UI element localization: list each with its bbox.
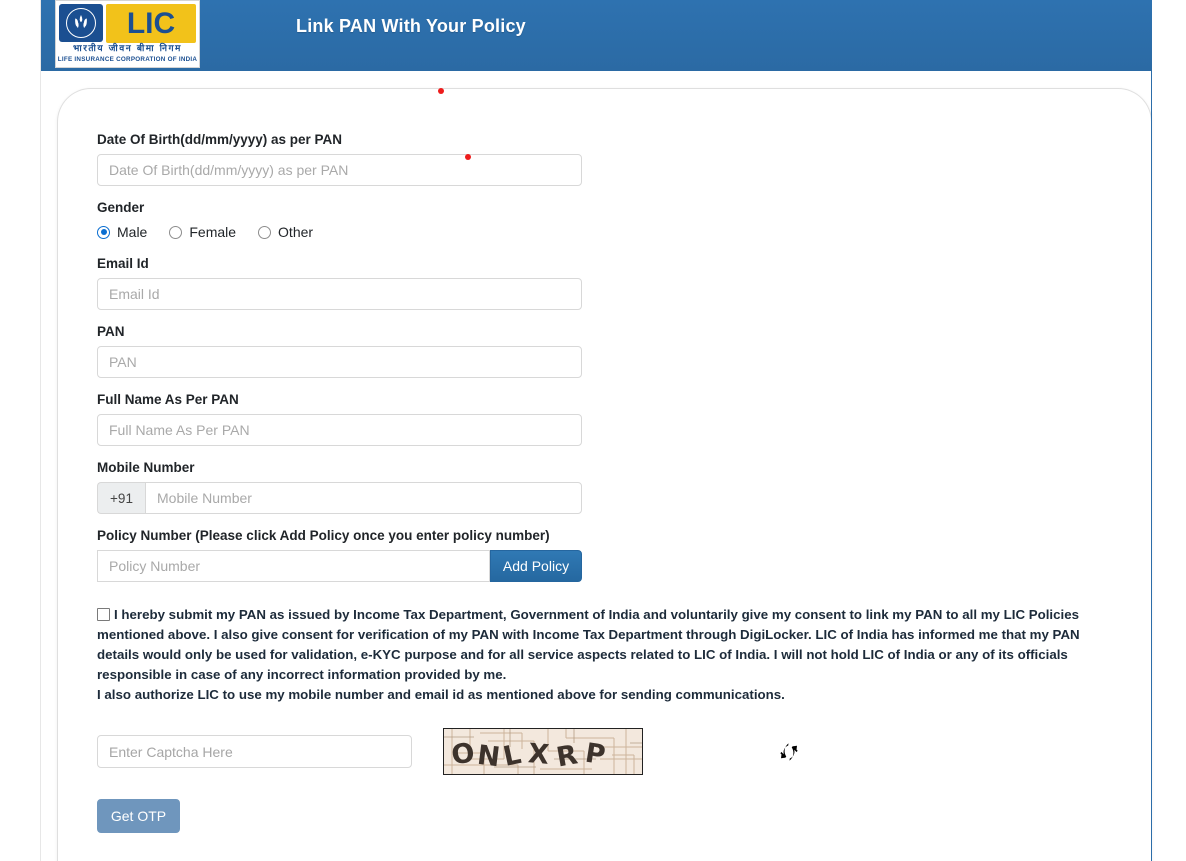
field-policy: Policy Number (Please click Add Policy o… — [97, 527, 1127, 582]
consent-paragraph-1: I hereby submit my PAN as issued by Inco… — [97, 607, 1080, 682]
refresh-arrows-icon — [780, 742, 798, 761]
captcha-image: O N L X R P — [443, 728, 643, 775]
field-email: Email Id — [97, 255, 1127, 310]
radio-female-icon[interactable] — [169, 225, 183, 239]
mobile-input-group: +91 — [97, 482, 582, 514]
card-right-edge — [1151, 71, 1152, 861]
add-policy-button[interactable]: Add Policy — [490, 550, 582, 582]
lic-logo: LIC भारतीय जीवन बीमा निगम LIFE INSURANCE… — [55, 0, 200, 68]
full-name-label: Full Name As Per PAN — [97, 392, 239, 407]
radio-male-icon[interactable] — [97, 225, 110, 239]
lic-wordmark: LIC — [106, 4, 196, 43]
consent-checkbox[interactable] — [97, 608, 110, 621]
mobile-label: Mobile Number — [97, 460, 195, 475]
app-header: LIC भारतीय जीवन बीमा निगम LIFE INSURANCE… — [41, 0, 1152, 71]
gender-label: Gender — [97, 200, 145, 215]
lic-hindi-text: भारतीय जीवन बीमा निगम — [73, 44, 182, 54]
gender-option-male[interactable]: Male — [97, 224, 147, 240]
lic-english-text: LIFE INSURANCE CORPORATION OF INDIA — [57, 56, 198, 63]
gender-label-male: Male — [117, 224, 148, 240]
gender-option-female[interactable]: Female — [169, 224, 236, 240]
gender-radio-group: Male Female Other — [97, 222, 1127, 242]
consent-paragraph-2: I also authorize LIC to use my mobile nu… — [97, 687, 785, 702]
lic-emblem-icon — [59, 4, 103, 42]
field-gender: Gender Male Female Other — [97, 199, 1127, 242]
page-right-gutter — [1152, 0, 1186, 861]
captcha-row: O N L X R P — [97, 728, 1127, 775]
form-card: Date Of Birth(dd/mm/yyyy) as per PAN Gen… — [57, 88, 1152, 861]
captcha-input[interactable] — [97, 735, 412, 768]
field-full-name: Full Name As Per PAN — [97, 391, 1127, 446]
marker-dob-field — [465, 154, 471, 160]
refresh-captcha-icon[interactable] — [774, 737, 804, 767]
policy-input-group: Add Policy — [97, 550, 582, 582]
svg-text:N: N — [475, 740, 501, 774]
mobile-country-code: +91 — [97, 482, 145, 514]
radio-other-icon[interactable] — [258, 225, 272, 239]
svg-text:X: X — [527, 738, 551, 771]
praying-hands-lamp-icon — [75, 15, 87, 28]
email-label: Email Id — [97, 256, 149, 271]
field-dob: Date Of Birth(dd/mm/yyyy) as per PAN — [97, 131, 1127, 186]
dob-input[interactable] — [97, 154, 582, 186]
lic-logo-top: LIC — [56, 1, 199, 43]
policy-number-input[interactable] — [97, 550, 490, 582]
full-name-input[interactable] — [97, 414, 582, 446]
gender-label-other: Other — [278, 224, 314, 240]
page-root: LIC भारतीय जीवन बीमा निगम LIFE INSURANCE… — [0, 0, 1186, 861]
lic-emblem-ring — [66, 8, 96, 38]
dob-label: Date Of Birth(dd/mm/yyyy) as per PAN — [97, 132, 343, 147]
svg-text:O: O — [450, 737, 477, 771]
page-left-gutter — [0, 0, 41, 861]
marker-card-top — [438, 88, 444, 94]
mobile-input[interactable] — [145, 482, 582, 514]
consent-block: I hereby submit my PAN as issued by Inco… — [97, 605, 1097, 705]
link-pan-form: Date Of Birth(dd/mm/yyyy) as per PAN Gen… — [97, 131, 1127, 833]
field-mobile: Mobile Number +91 — [97, 459, 1127, 514]
captcha-image-svg: O N L X R P — [444, 729, 642, 774]
policy-label: Policy Number (Please click Add Policy o… — [97, 528, 550, 543]
gender-option-other[interactable]: Other — [258, 224, 313, 240]
pan-label: PAN — [97, 324, 125, 339]
page-title: Link PAN With Your Policy — [296, 16, 526, 36]
field-pan: PAN — [97, 323, 1127, 378]
get-otp-button[interactable]: Get OTP — [97, 799, 180, 833]
gender-label-female: Female — [189, 224, 237, 240]
lic-wordmark-text: LIC — [126, 6, 176, 40]
pan-input[interactable] — [97, 346, 582, 378]
email-input[interactable] — [97, 278, 582, 310]
